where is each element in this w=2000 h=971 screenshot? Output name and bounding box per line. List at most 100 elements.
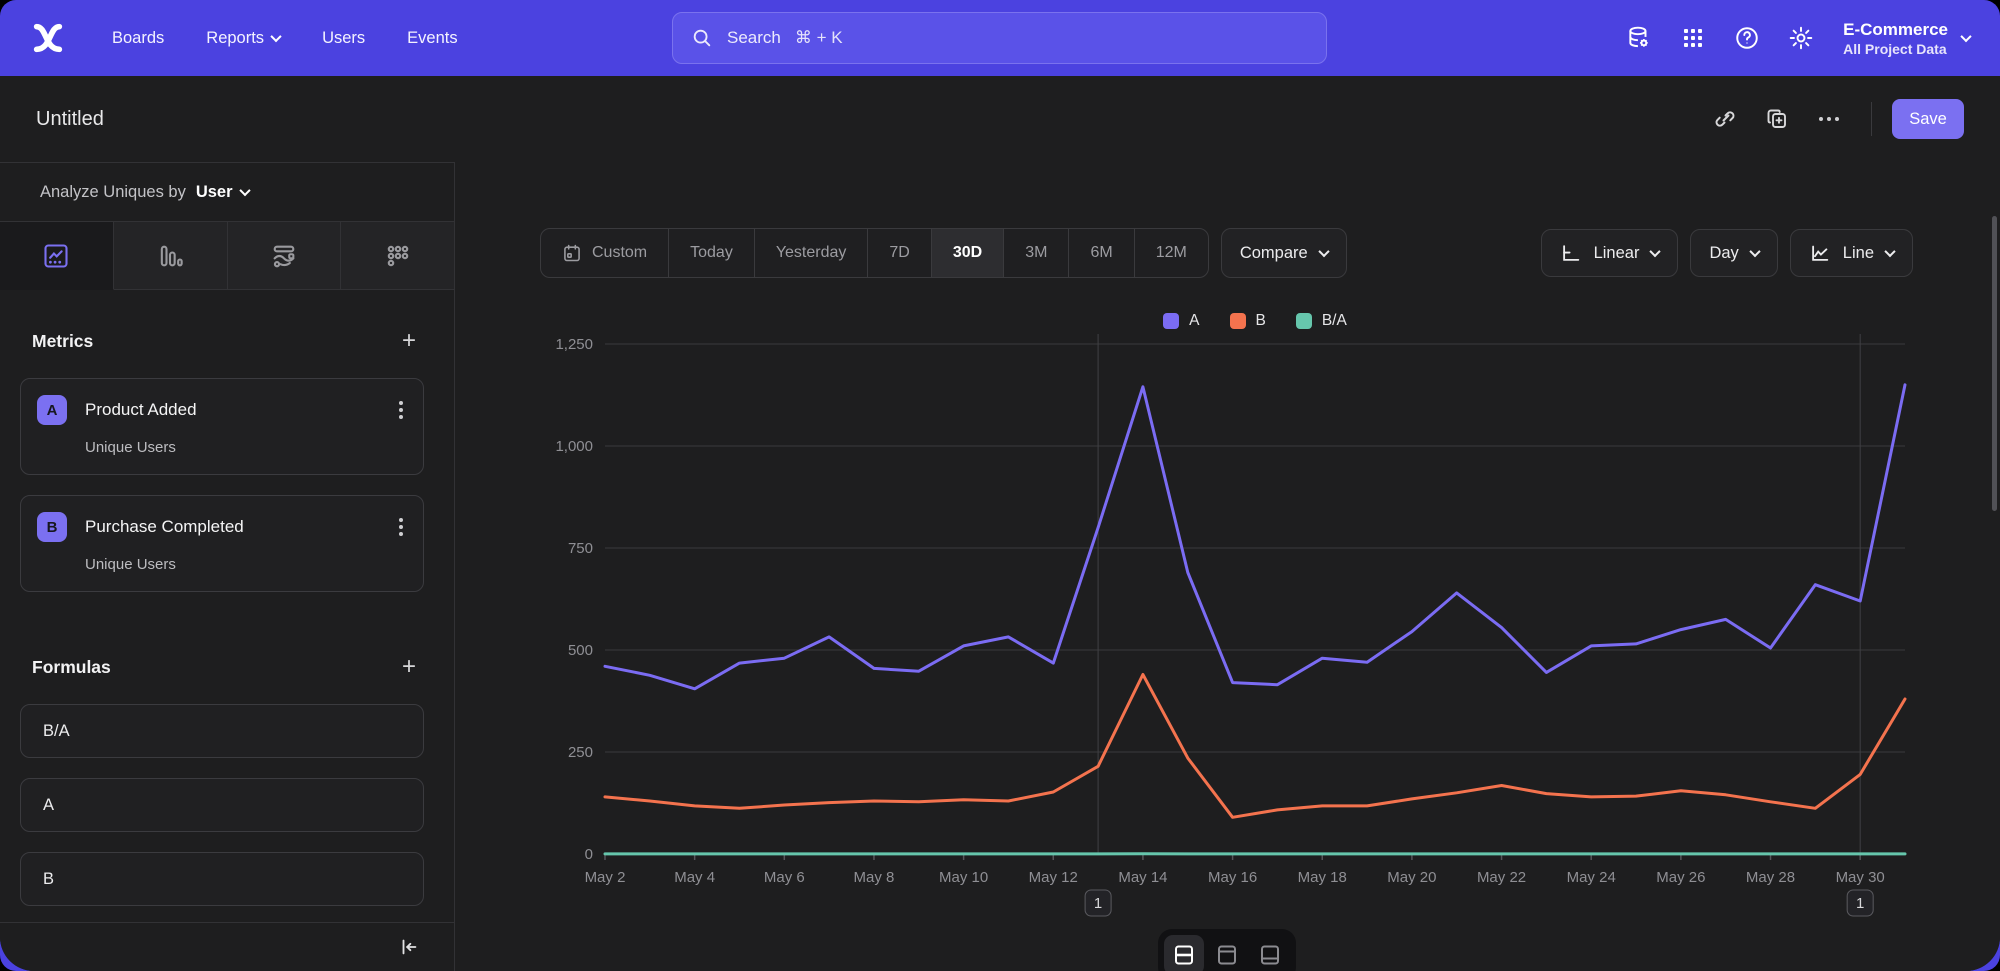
metric-card-b[interactable]: B Purchase Completed Unique Users xyxy=(20,495,424,592)
flows-icon xyxy=(270,242,298,270)
metric-card-a[interactable]: A Product Added Unique Users xyxy=(20,378,424,475)
legend-item-ba[interactable]: B/A xyxy=(1296,312,1347,330)
tab-metrics-grid[interactable] xyxy=(341,222,454,289)
interval-dropdown[interactable]: Day xyxy=(1690,229,1777,277)
analyze-entity-selector[interactable]: User xyxy=(196,183,249,202)
divider xyxy=(1871,102,1872,136)
tab-line-chart[interactable] xyxy=(0,222,114,290)
formula-label: A xyxy=(43,796,54,815)
range-3m[interactable]: 3M xyxy=(1004,229,1069,277)
svg-text:May 28: May 28 xyxy=(1746,869,1795,886)
apps-grid-icon[interactable] xyxy=(1671,16,1715,60)
nav-item-label: Users xyxy=(322,29,365,48)
line-chart[interactable]: 02505007501,0001,250 1 1May 2May 4May 6M… xyxy=(550,332,1920,937)
line-chart-icon xyxy=(42,242,70,270)
svg-text:May 20: May 20 xyxy=(1387,869,1436,886)
range-yesterday[interactable]: Yesterday xyxy=(755,229,869,277)
metric-aggregation[interactable]: Unique Users xyxy=(85,556,407,573)
range-custom[interactable]: Custom xyxy=(541,229,669,277)
line-type-icon xyxy=(1809,242,1831,264)
mixpanel-logo-icon[interactable] xyxy=(28,18,68,58)
svg-text:May 14: May 14 xyxy=(1118,869,1167,886)
help-icon[interactable] xyxy=(1725,16,1769,60)
compare-button[interactable]: Compare xyxy=(1221,228,1347,278)
settings-gear-icon[interactable] xyxy=(1779,16,1823,60)
chart-panel: Custom Today Yesterday 7D 30D 3M 6M 12M … xyxy=(455,162,2000,971)
metric-aggregation[interactable]: Unique Users xyxy=(85,439,407,456)
tab-bar-chart[interactable] xyxy=(114,222,228,289)
svg-text:May 16: May 16 xyxy=(1208,869,1257,886)
legend-swatch xyxy=(1163,313,1179,329)
duplicate-icon[interactable] xyxy=(1755,97,1799,141)
chart-type-label: Line xyxy=(1843,244,1874,263)
chevron-down-icon xyxy=(1960,31,1971,42)
app-window: Boards Reports Users Events Search ⌘ + K xyxy=(0,0,2000,971)
legend-label: A xyxy=(1189,312,1199,330)
range-label: 30D xyxy=(953,244,982,262)
range-label: 12M xyxy=(1156,244,1187,262)
svg-text:May 12: May 12 xyxy=(1029,869,1078,886)
analyze-bar: Analyze Uniques by User xyxy=(0,162,454,222)
legend-item-b[interactable]: B xyxy=(1230,312,1266,330)
layout-split-view-button[interactable] xyxy=(1164,935,1204,971)
layout-chart-top-button[interactable] xyxy=(1207,935,1247,971)
range-12m[interactable]: 12M xyxy=(1135,229,1208,277)
data-management-icon[interactable] xyxy=(1617,16,1661,60)
range-30d[interactable]: 30D xyxy=(932,229,1004,277)
search-input[interactable]: Search ⌘ + K xyxy=(672,12,1327,64)
annotation-marker[interactable]: 1 xyxy=(1847,890,1873,916)
share-link-icon[interactable] xyxy=(1703,97,1747,141)
compare-label: Compare xyxy=(1240,244,1308,263)
legend-label: B/A xyxy=(1322,312,1347,330)
report-title[interactable]: Untitled xyxy=(36,108,104,131)
svg-text:May 2: May 2 xyxy=(585,869,626,886)
formula-card[interactable]: B xyxy=(20,852,424,906)
annotation-marker[interactable]: 1 xyxy=(1085,890,1111,916)
linear-scale-icon xyxy=(1560,242,1582,264)
chart-type-dropdown[interactable]: Line xyxy=(1790,229,1913,277)
calendar-icon xyxy=(562,243,582,263)
nav-item-boards[interactable]: Boards xyxy=(98,19,178,58)
formula-card[interactable]: B/A xyxy=(20,704,424,758)
collapse-sidebar-icon[interactable] xyxy=(398,936,420,958)
series-B xyxy=(605,675,1905,818)
metric-options-icon[interactable] xyxy=(395,514,407,540)
search-placeholder: Search xyxy=(727,28,781,48)
nav-item-reports[interactable]: Reports xyxy=(192,19,294,58)
range-today[interactable]: Today xyxy=(669,229,755,277)
metric-options-icon[interactable] xyxy=(395,397,407,423)
tab-flows[interactable] xyxy=(228,222,342,289)
metrics-heading: Metrics xyxy=(32,331,93,352)
svg-text:May 24: May 24 xyxy=(1567,869,1616,886)
project-selector[interactable]: E-Commerce All Project Data xyxy=(1843,19,1970,56)
add-metric-button[interactable]: + xyxy=(394,326,424,356)
range-label: Today xyxy=(690,244,733,262)
nav-item-users[interactable]: Users xyxy=(308,19,379,58)
range-6m[interactable]: 6M xyxy=(1069,229,1134,277)
formula-card[interactable]: A xyxy=(20,778,424,832)
chart-legend: A B B/A xyxy=(605,312,1905,330)
more-options-icon[interactable] xyxy=(1807,97,1851,141)
nav-item-label: Reports xyxy=(206,29,264,48)
project-name: E-Commerce xyxy=(1843,19,1948,40)
scrollbar-thumb[interactable] xyxy=(1992,216,1997,511)
svg-text:1,000: 1,000 xyxy=(555,438,593,455)
analyze-label: Analyze Uniques by xyxy=(40,183,186,202)
metric-name: Purchase Completed xyxy=(85,517,377,537)
svg-text:May 26: May 26 xyxy=(1656,869,1705,886)
layout-chart-bottom-button[interactable] xyxy=(1250,935,1290,971)
svg-text:1: 1 xyxy=(1094,895,1102,912)
nav-item-events[interactable]: Events xyxy=(393,19,471,58)
add-formula-button[interactable]: + xyxy=(394,652,424,682)
range-label: 7D xyxy=(889,244,909,262)
scale-label: Linear xyxy=(1594,244,1640,263)
formula-label: B/A xyxy=(43,722,70,741)
legend-item-a[interactable]: A xyxy=(1163,312,1199,330)
svg-text:May 4: May 4 xyxy=(674,869,715,886)
formulas-heading: Formulas xyxy=(32,657,111,678)
svg-text:May 18: May 18 xyxy=(1298,869,1347,886)
range-7d[interactable]: 7D xyxy=(868,229,931,277)
svg-text:0: 0 xyxy=(585,846,593,863)
save-button[interactable]: Save xyxy=(1892,99,1964,139)
scale-dropdown[interactable]: Linear xyxy=(1541,229,1679,277)
